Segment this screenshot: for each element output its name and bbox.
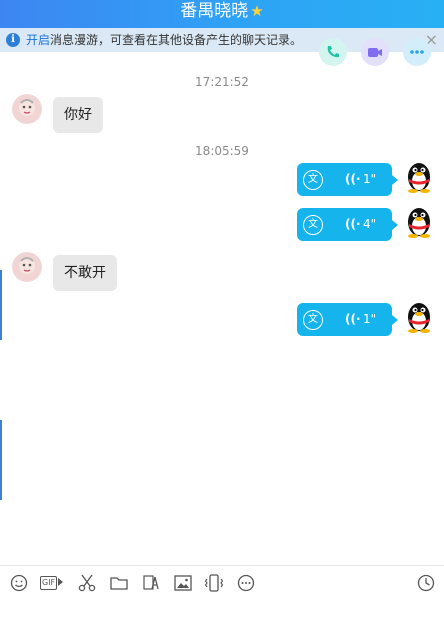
title-bar: 番禺晓晓 ★: [0, 0, 444, 28]
outgoing-voice-message[interactable]: 文 ((· 4": [297, 208, 398, 241]
window-edge: [0, 420, 2, 500]
gif-icon[interactable]: GIF: [40, 573, 64, 593]
video-call-button[interactable]: [361, 38, 389, 66]
my-avatar[interactable]: [404, 299, 434, 333]
input-divider: [0, 565, 444, 566]
timestamp: 18:05:59: [195, 144, 249, 158]
star-icon: ★: [250, 2, 264, 20]
enable-roaming-link[interactable]: 开启: [26, 33, 50, 47]
vibrate-icon[interactable]: [204, 573, 224, 593]
voice-duration: 4": [363, 217, 377, 231]
folder-icon[interactable]: [109, 573, 129, 593]
notice-text: 消息漫游，可查看在其他设备产生的聊天记录。: [50, 33, 303, 47]
phone-icon: [327, 46, 339, 58]
font-icon[interactable]: [142, 573, 162, 593]
history-clock-icon[interactable]: [416, 573, 436, 593]
screenshot-scissors-icon[interactable]: [77, 573, 97, 593]
sound-wave-icon: ((·: [345, 217, 361, 231]
contact-name: 番禺晓晓: [180, 1, 249, 21]
my-avatar[interactable]: [404, 204, 434, 238]
more-options-button[interactable]: [403, 38, 431, 66]
emoji-icon[interactable]: [9, 573, 29, 593]
voice-call-button[interactable]: [319, 38, 347, 66]
my-avatar[interactable]: [404, 159, 434, 193]
image-icon[interactable]: [173, 573, 193, 593]
voice-duration: 1": [363, 172, 377, 186]
sound-wave-icon: ((·: [345, 312, 361, 326]
contact-avatar[interactable]: [12, 94, 42, 124]
info-icon: i: [6, 33, 20, 47]
incoming-message[interactable]: 不敢开: [53, 255, 117, 291]
more-icon[interactable]: [236, 573, 256, 593]
voice-duration: 1": [363, 312, 377, 326]
outgoing-voice-message[interactable]: 文 ((· 1": [297, 303, 398, 336]
gif-label: GIF: [40, 576, 58, 590]
more-icon: [410, 50, 424, 54]
outgoing-voice-message[interactable]: 文 ((· 1": [297, 163, 398, 196]
timestamp: 17:21:52: [195, 75, 249, 89]
translate-icon[interactable]: 文: [303, 310, 323, 330]
incoming-message[interactable]: 你好: [53, 97, 103, 133]
translate-icon[interactable]: 文: [303, 215, 323, 235]
contact-avatar[interactable]: [12, 252, 42, 282]
window-edge: [0, 270, 2, 340]
translate-icon[interactable]: 文: [303, 170, 323, 190]
sound-wave-icon: ((·: [345, 172, 361, 186]
video-icon: [368, 48, 382, 57]
